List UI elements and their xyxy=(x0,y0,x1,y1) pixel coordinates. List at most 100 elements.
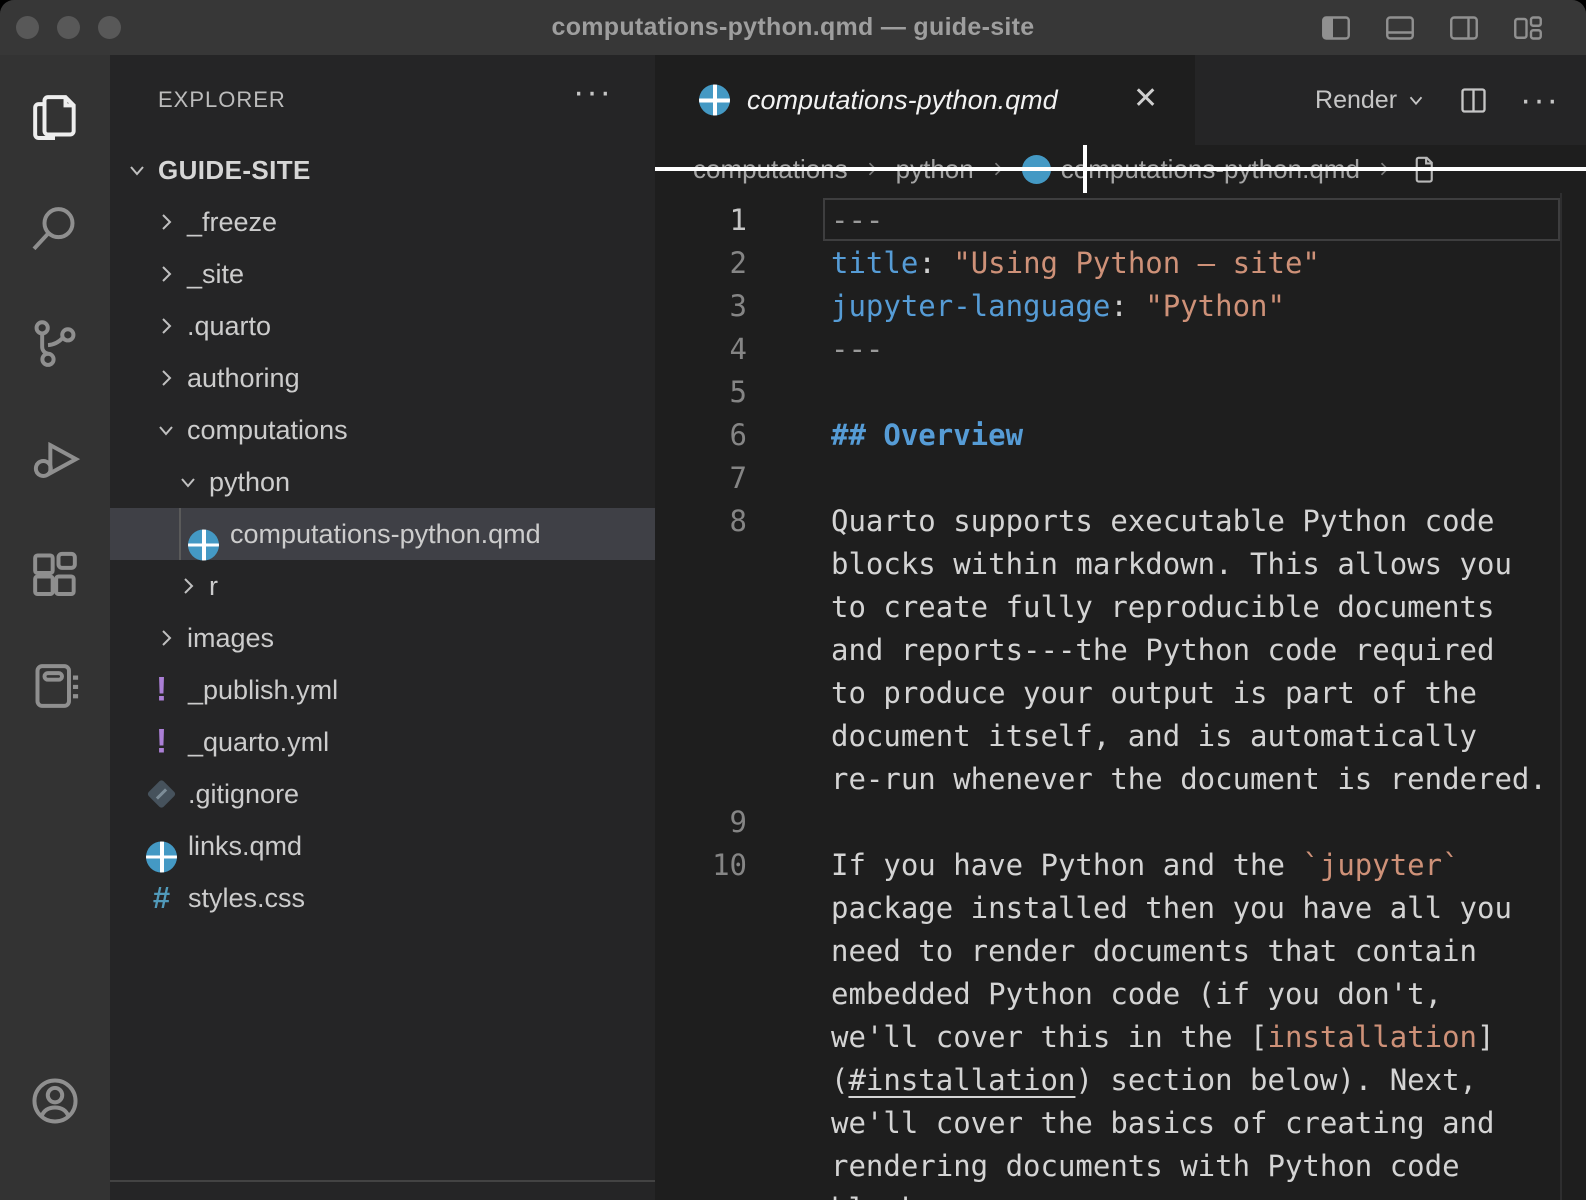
breadcrumb-item[interactable]: computations-python.qmd xyxy=(1022,154,1360,185)
code-token: --- xyxy=(831,203,883,237)
tree-item-label: authoring xyxy=(187,363,300,394)
tree-item-computations-python-qmd[interactable]: computations-python.qmd xyxy=(110,508,655,560)
tree-item-label: python xyxy=(209,467,290,498)
line-number xyxy=(655,973,747,1016)
line-number: 10 xyxy=(655,844,747,887)
code-token: "Python" xyxy=(1145,289,1285,323)
close-tab-icon[interactable]: ✕ xyxy=(1133,55,1158,145)
code-token: ) section below). Next, xyxy=(1075,1063,1477,1097)
code-token: blocks. xyxy=(831,1192,953,1200)
code-lines: 1---2title: "Using Python — site"3jupyte… xyxy=(655,199,1586,1200)
line-number xyxy=(655,586,747,629)
line-number xyxy=(655,715,747,758)
quarto-file-icon xyxy=(1022,155,1051,184)
notebook-icon[interactable] xyxy=(27,658,83,714)
tab-computations-python[interactable]: computations-python.qmd ✕ xyxy=(655,55,1195,145)
gitignore-file-icon xyxy=(146,779,177,810)
code-editor[interactable]: 1---2title: "Using Python — site"3jupyte… xyxy=(655,193,1586,1200)
quarto-file-icon xyxy=(188,529,219,560)
line-number: 9 xyxy=(655,801,747,844)
tree-item-label: .quarto xyxy=(187,311,271,342)
explorer-header: EXPLORER ··· xyxy=(110,79,655,123)
tree-item-images[interactable]: images xyxy=(110,612,655,664)
code-line: 9 xyxy=(655,801,1586,844)
tree-item-label: _publish.yml xyxy=(188,675,338,706)
title-bar: computations-python.qmd — guide-site xyxy=(0,0,1586,55)
tree-item-label: r xyxy=(209,571,218,602)
code-line: package installed then you have all you xyxy=(655,887,1586,930)
line-number: 4 xyxy=(655,328,747,371)
quarto-file-icon xyxy=(146,841,177,872)
extensions-icon[interactable] xyxy=(27,545,83,601)
tree-item--publish-yml[interactable]: !_publish.yml xyxy=(110,664,655,716)
indent-guide xyxy=(179,508,181,560)
code-token: ] xyxy=(1477,1020,1494,1054)
explorer-sidebar: EXPLORER ··· GUIDE-SITE _freeze _site .quar… xyxy=(110,55,655,1200)
line-number xyxy=(655,1059,747,1102)
tree-item-r[interactable]: r xyxy=(110,560,655,612)
code-token: --- xyxy=(831,332,883,366)
search-icon[interactable] xyxy=(27,201,83,257)
run-and-debug-icon[interactable] xyxy=(27,430,83,486)
tree-item-computations[interactable]: computations xyxy=(110,404,655,456)
editor-group: computations-python.qmd ✕ Render ··· com… xyxy=(655,55,1586,1200)
code-token: to produce your output is part of the xyxy=(831,676,1477,710)
css-file-icon: # xyxy=(146,880,177,916)
code-line: need to render documents that contain xyxy=(655,930,1586,973)
tree-item-label: computations-python.qmd xyxy=(230,519,541,550)
line-number: 5 xyxy=(655,371,747,414)
split-editor-icon[interactable] xyxy=(1457,84,1490,117)
code-line: 7 xyxy=(655,457,1586,500)
line-number xyxy=(655,887,747,930)
account-icon[interactable] xyxy=(27,1073,83,1129)
tree-item--gitignore[interactable]: .gitignore xyxy=(110,768,655,820)
activity-bar xyxy=(0,55,110,1200)
code-line: (#installation) section below). Next, xyxy=(655,1059,1586,1102)
explorer-icon[interactable] xyxy=(27,89,83,145)
toggle-primary-sidebar-icon[interactable] xyxy=(1318,10,1354,46)
tree-item--quarto-yml[interactable]: !_quarto.yml xyxy=(110,716,655,768)
explorer-title: EXPLORER xyxy=(158,87,286,113)
line-number: 2 xyxy=(655,242,747,285)
outline-section-header[interactable]: OUTLINE xyxy=(110,1186,655,1200)
tree-item-styles-css[interactable]: #styles.css xyxy=(110,872,655,924)
toggle-secondary-sidebar-icon[interactable] xyxy=(1446,10,1482,46)
render-button[interactable]: Render xyxy=(1315,86,1427,115)
tab-title: computations-python.qmd xyxy=(747,55,1058,145)
customize-layout-icon[interactable] xyxy=(1510,10,1546,46)
tree-item-links-qmd[interactable]: links.qmd xyxy=(110,820,655,872)
line-number xyxy=(655,1102,747,1145)
code-line: document itself, and is automatically xyxy=(655,715,1586,758)
tree-item-label: images xyxy=(187,623,274,654)
tree-item--site[interactable]: _site xyxy=(110,248,655,300)
chevron-right-icon xyxy=(154,626,178,650)
more-actions-icon[interactable]: ··· xyxy=(1520,85,1560,115)
tree-item-label: _freeze xyxy=(187,207,277,238)
tree-item-guide-site[interactable]: GUIDE-SITE xyxy=(110,144,655,196)
toggle-panel-icon[interactable] xyxy=(1382,10,1418,46)
code-token: "Using Python — site" xyxy=(953,246,1320,280)
code-line: re-run whenever the document is rendered… xyxy=(655,758,1586,801)
code-token: : xyxy=(918,246,953,280)
tree-item--freeze[interactable]: _freeze xyxy=(110,196,655,248)
line-number xyxy=(655,930,747,973)
source-control-icon[interactable] xyxy=(27,315,83,371)
line-number xyxy=(655,1188,747,1200)
tree-item--quarto[interactable]: .quarto xyxy=(110,300,655,352)
code-token: ( xyxy=(831,1063,848,1097)
code-line: 10If you have Python and the `jupyter` xyxy=(655,844,1586,887)
line-number: 6 xyxy=(655,414,747,457)
code-line: we'll cover the basics of creating and xyxy=(655,1102,1586,1145)
tree-item-python[interactable]: python xyxy=(110,456,655,508)
code-token: Quarto supports executable Python code xyxy=(831,504,1494,538)
outline-label: OUTLINE xyxy=(158,1197,275,1200)
code-line: 3jupyter-language: "Python" xyxy=(655,285,1586,328)
tree-item-authoring[interactable]: authoring xyxy=(110,352,655,404)
explorer-more-actions-icon[interactable]: ··· xyxy=(573,73,613,112)
code-token: installation xyxy=(1268,1020,1478,1054)
code-token: blocks within markdown. This allows you xyxy=(831,547,1512,581)
code-token: document itself, and is automatically xyxy=(831,719,1477,753)
code-token: we'll cover this in the [ xyxy=(831,1020,1268,1054)
chevron-down-icon xyxy=(125,158,149,182)
code-token: need to render documents that contain xyxy=(831,934,1477,968)
